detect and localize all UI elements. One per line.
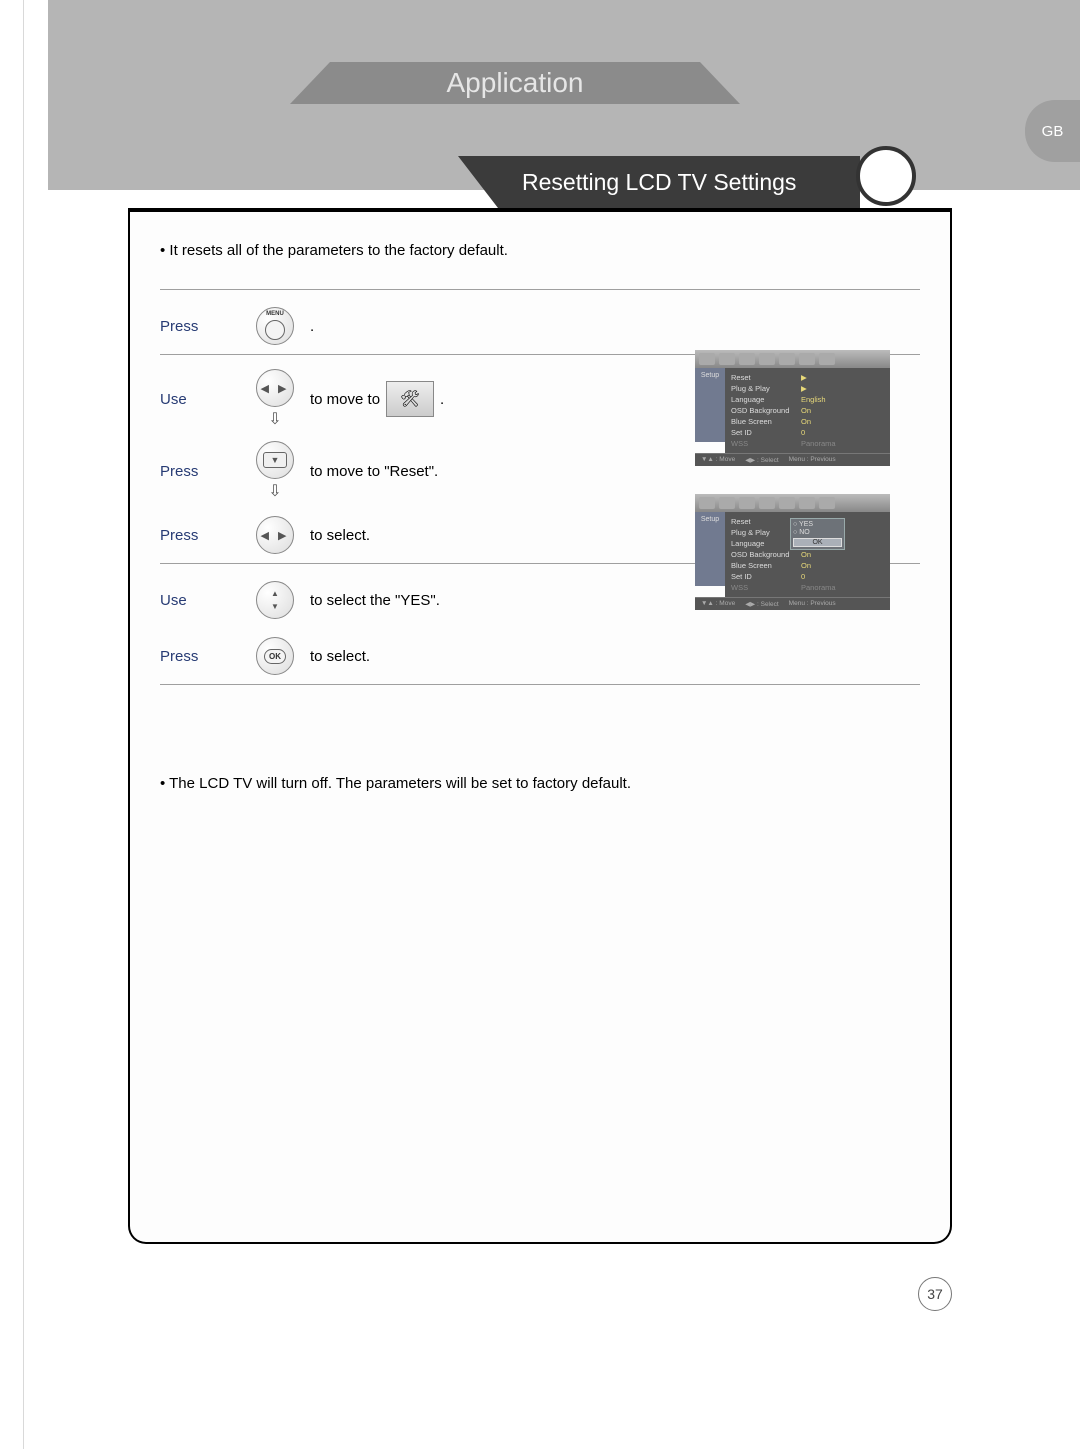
step-text: to select. [310, 648, 370, 665]
osd-tab-icon [799, 353, 815, 365]
osd-tab-icon [719, 353, 735, 365]
remote-left-right-icon [256, 516, 294, 554]
remote-up-down-icon [256, 581, 294, 619]
remote-menu-button-icon: MENU [256, 307, 294, 345]
arrow-down-icon: ⇩ [268, 409, 281, 429]
osd-side-label: Setup [695, 368, 725, 442]
content-frame: • It resets all of the parameters to the… [128, 208, 952, 1244]
osd-footer: ▼▲ : Move ◀▶ : Select Menu : Previous [695, 453, 890, 466]
divider [160, 684, 920, 685]
section-title-bullet [856, 146, 916, 206]
step-verb: Press [160, 527, 240, 544]
step-verb: Use [160, 391, 240, 408]
locale-tab: GB [1025, 100, 1080, 162]
osd-tab-icon [739, 497, 755, 509]
chapter-banner: Application [330, 62, 700, 104]
footer-text: • The LCD TV will turn off. The paramete… [160, 775, 920, 792]
step-row: Press OK to select. [160, 628, 920, 684]
osd-tab-icon [759, 353, 775, 365]
osd-option-no: ○ NO [793, 529, 842, 536]
step-verb: Use [160, 592, 240, 609]
osd-yes-no-popup: ○ YES ○ NO OK [790, 518, 845, 550]
osd-tab-icon [819, 353, 835, 365]
step-row: Press MENU . [160, 298, 920, 354]
osd-footer: ▼▲ : Move ◀▶ : Select Menu : Previous [695, 597, 890, 610]
arrow-down-icon: ⇩ [268, 481, 281, 501]
step-text: to select the "YES". [310, 592, 440, 609]
step-verb: Press [160, 463, 240, 480]
osd-tab-icon [799, 497, 815, 509]
page-number: 37 [918, 1277, 952, 1311]
osd-ok-button: OK [793, 538, 842, 547]
osd-tab-icon [779, 353, 795, 365]
section-title: Resetting LCD TV Settings [498, 156, 860, 208]
osd-option-yes: ○ YES [793, 521, 842, 528]
osd-body: Reset▶ Plug & Play▶ LanguageEnglish OSD … [725, 368, 890, 453]
osd-tab-icon [759, 497, 775, 509]
step-verb: Press [160, 318, 240, 335]
osd-tab-icon [739, 353, 755, 365]
remote-ok-button-icon: OK [256, 637, 294, 675]
step-text: . [310, 318, 314, 335]
osd-screenshot-setup: Setup Reset▶ Plug & Play▶ LanguageEnglis… [695, 350, 890, 466]
osd-tab-icon [699, 353, 715, 365]
setup-menu-icon: 🛠 [386, 381, 434, 417]
step-verb: Press [160, 648, 240, 665]
osd-tab-icon [699, 497, 715, 509]
intro-text: • It resets all of the parameters to the… [160, 242, 920, 259]
left-gutter [0, 0, 48, 1449]
osd-tab-icon [779, 497, 795, 509]
remote-left-right-icon [256, 369, 294, 407]
step-text: to move to 🛠 . [310, 381, 444, 417]
osd-tabbar [695, 350, 890, 368]
divider [160, 289, 920, 290]
osd-tabbar [695, 494, 890, 512]
remote-down-button-icon: ▼ [256, 441, 294, 479]
osd-side-label: Setup [695, 512, 725, 586]
osd-tab-icon [719, 497, 735, 509]
step-text: to select. [310, 527, 370, 544]
step-text: to move to "Reset". [310, 463, 438, 480]
osd-screenshot-reset-confirm: Setup Reset Plug & Play Language OSD Bac… [695, 494, 890, 610]
osd-tab-icon [819, 497, 835, 509]
